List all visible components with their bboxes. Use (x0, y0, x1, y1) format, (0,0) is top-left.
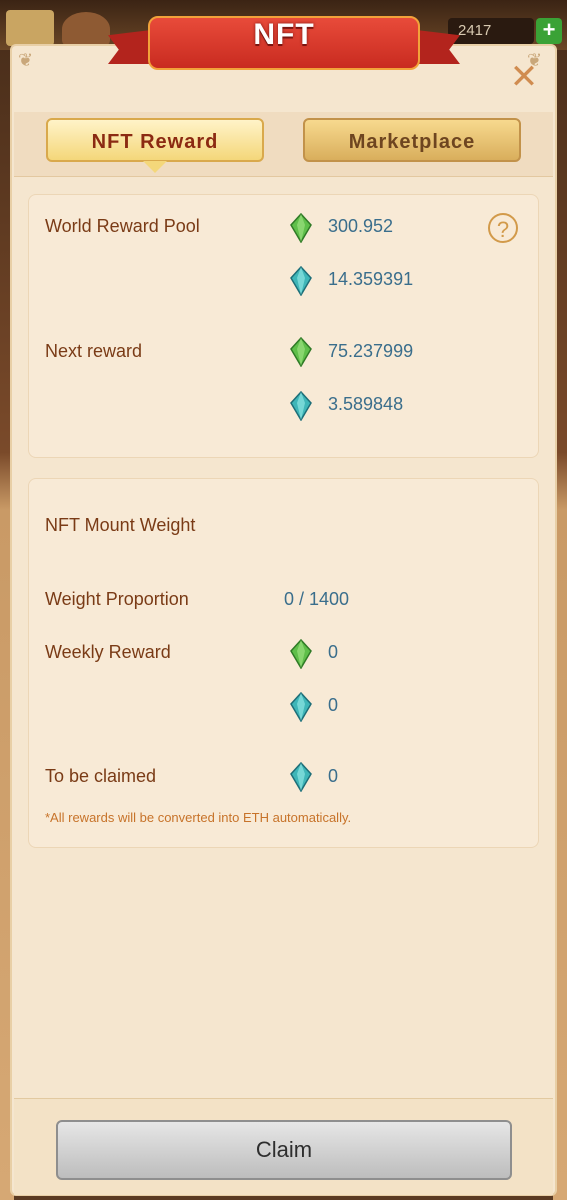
active-tab-pointer-icon (143, 161, 167, 173)
blue-gem-icon (290, 266, 312, 296)
tab-nft-reward[interactable]: NFT Reward (46, 118, 264, 162)
player-avatar[interactable] (6, 10, 54, 46)
next-reward-blue-value: 3.589848 (328, 394, 404, 414)
weekly-reward-label: Weekly Reward (45, 642, 171, 662)
weight-proportion-value: 0 / 1400 (284, 589, 350, 609)
mount-weight-title: NFT Mount Weight (45, 515, 196, 535)
weekly-green-value: 0 (328, 642, 339, 662)
next-reward-label: Next reward (45, 341, 143, 361)
claim-button[interactable]: Claim (56, 1120, 512, 1180)
to-be-claimed-value: 0 (328, 766, 339, 786)
green-gem-icon (290, 213, 312, 243)
corner-ornament-icon: ❦ (18, 50, 34, 70)
close-button[interactable]: ✕ (508, 60, 540, 94)
guild-banner-icon[interactable] (62, 12, 110, 46)
panel-title: NFT (253, 18, 315, 51)
next-reward-green-value: 75.237999 (328, 341, 414, 361)
title-ribbon: NFT (108, 10, 460, 76)
help-button[interactable]: ? (488, 213, 518, 243)
to-be-claimed-label: To be claimed (45, 766, 157, 786)
weight-proportion-label: Weight Proportion (45, 589, 189, 609)
conversion-note: *All rewards will be converted into ETH … (45, 810, 352, 825)
add-resource-button[interactable]: + (536, 18, 562, 44)
blue-gem-icon (290, 692, 312, 722)
green-gem-icon (290, 639, 312, 669)
tab-marketplace[interactable]: Marketplace (303, 118, 521, 162)
blue-gem-icon (290, 762, 312, 792)
world-pool-green-value: 300.952 (328, 216, 394, 236)
world-pool-blue-value: 14.359391 (328, 269, 414, 289)
blue-gem-icon (290, 391, 312, 421)
resource-counter: 2417 (448, 18, 534, 44)
weekly-blue-value: 0 (328, 695, 339, 715)
green-gem-icon (290, 337, 312, 367)
world-reward-pool-label: World Reward Pool (45, 216, 200, 236)
